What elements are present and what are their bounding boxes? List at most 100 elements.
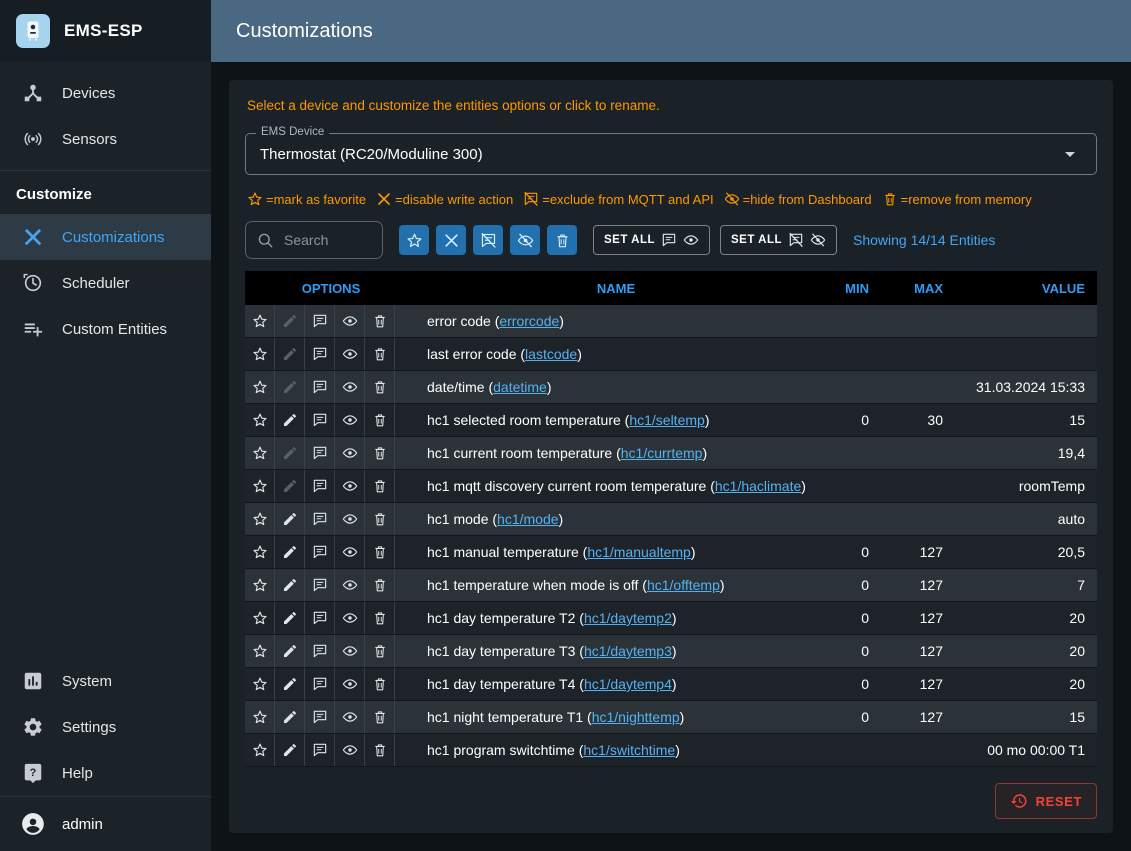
entity-name[interactable]: hc1 mqtt discovery current room temperat… [417,470,815,503]
mqtt-exclude-toggle[interactable] [305,404,335,436]
entity-tag-link[interactable]: hc1/switchtime [583,742,675,758]
edit-button[interactable] [275,569,305,601]
mqtt-exclude-toggle[interactable] [305,437,335,469]
delete-button[interactable] [365,602,395,634]
favorite-toggle[interactable] [245,305,275,337]
entity-name[interactable]: last error code (lastcode) [417,338,815,371]
entity-tag-link[interactable]: hc1/currtemp [621,445,703,461]
visibility-toggle[interactable] [335,437,365,469]
entity-name[interactable]: hc1 day temperature T2 (hc1/daytemp2) [417,602,815,635]
visibility-toggle[interactable] [335,701,365,733]
mqtt-exclude-toggle[interactable] [305,635,335,667]
favorite-toggle[interactable] [245,371,275,403]
visibility-toggle[interactable] [335,536,365,568]
mqtt-exclude-toggle[interactable] [305,305,335,337]
entity-name[interactable]: hc1 day temperature T4 (hc1/daytemp4) [417,668,815,701]
mqtt-exclude-toggle[interactable] [305,371,335,403]
edit-button[interactable] [275,536,305,568]
sidebar-item-sensors[interactable]: Sensors [0,116,211,162]
visibility-toggle[interactable] [335,668,365,700]
delete-button[interactable] [365,305,395,337]
favorite-toggle[interactable] [245,437,275,469]
mqtt-exclude-toggle[interactable] [305,602,335,634]
bulk-favorite-button[interactable] [399,225,429,255]
sidebar-item-settings[interactable]: Settings [0,704,211,750]
mqtt-exclude-toggle[interactable] [305,536,335,568]
entity-name[interactable]: error code (errorcode) [417,305,815,338]
delete-button[interactable] [365,668,395,700]
search-box[interactable] [245,221,383,259]
entity-tag-link[interactable]: hc1/manualtemp [587,544,691,560]
entity-tag-link[interactable]: hc1/daytemp4 [584,676,672,692]
delete-button[interactable] [365,503,395,535]
entity-tag-link[interactable]: hc1/haclimate [715,478,801,494]
favorite-toggle[interactable] [245,668,275,700]
entity-name[interactable]: hc1 mode (hc1/mode) [417,503,815,536]
favorite-toggle[interactable] [245,734,275,766]
favorite-toggle[interactable] [245,338,275,370]
bulk-delete-button[interactable] [547,225,577,255]
sidebar-item-help[interactable]: ? Help [0,750,211,796]
entity-tag-link[interactable]: datetime [493,379,547,395]
entity-tag-link[interactable]: hc1/daytemp3 [584,643,672,659]
entity-tag-link[interactable]: hc1/offtemp [647,577,720,593]
bulk-disable-write-button[interactable] [436,225,466,255]
entity-tag-link[interactable]: hc1/daytemp2 [584,610,672,626]
visibility-toggle[interactable] [335,404,365,436]
sidebar-item-system[interactable]: System [0,658,211,704]
set-all-include-button[interactable]: SET ALL [593,225,710,255]
sidebar-item-customizations[interactable]: Customizations [0,214,211,260]
entity-name[interactable]: hc1 selected room temperature (hc1/selte… [417,404,815,437]
search-input[interactable] [282,231,371,249]
bulk-hide-button[interactable] [510,225,540,255]
bulk-exclude-mqtt-button[interactable] [473,225,503,255]
sidebar-item-admin[interactable]: admin [0,796,211,851]
delete-button[interactable] [365,569,395,601]
edit-button[interactable] [275,734,305,766]
mqtt-exclude-toggle[interactable] [305,470,335,502]
entity-name[interactable]: hc1 current room temperature (hc1/currte… [417,437,815,470]
edit-button[interactable] [275,602,305,634]
mqtt-exclude-toggle[interactable] [305,338,335,370]
favorite-toggle[interactable] [245,536,275,568]
set-all-exclude-button[interactable]: SET ALL [720,225,837,255]
delete-button[interactable] [365,734,395,766]
visibility-toggle[interactable] [335,635,365,667]
mqtt-exclude-toggle[interactable] [305,503,335,535]
delete-button[interactable] [365,338,395,370]
delete-button[interactable] [365,437,395,469]
entity-tag-link[interactable]: hc1/nighttemp [592,709,680,725]
delete-button[interactable] [365,404,395,436]
reset-button[interactable]: RESET [995,783,1097,819]
favorite-toggle[interactable] [245,404,275,436]
delete-button[interactable] [365,371,395,403]
delete-button[interactable] [365,701,395,733]
entity-name[interactable]: hc1 program switchtime (hc1/switchtime) [417,734,815,767]
favorite-toggle[interactable] [245,503,275,535]
visibility-toggle[interactable] [335,602,365,634]
delete-button[interactable] [365,536,395,568]
edit-button[interactable] [275,635,305,667]
favorite-toggle[interactable] [245,701,275,733]
delete-button[interactable] [365,470,395,502]
visibility-toggle[interactable] [335,305,365,337]
edit-button[interactable] [275,503,305,535]
mqtt-exclude-toggle[interactable] [305,734,335,766]
visibility-toggle[interactable] [335,338,365,370]
edit-button[interactable] [275,404,305,436]
entity-name[interactable]: hc1 night temperature T1 (hc1/nighttemp) [417,701,815,734]
favorite-toggle[interactable] [245,635,275,667]
delete-button[interactable] [365,635,395,667]
ems-device-select[interactable]: EMS Device Thermostat (RC20/Moduline 300… [245,133,1097,175]
visibility-toggle[interactable] [335,503,365,535]
entity-name[interactable]: hc1 manual temperature (hc1/manualtemp) [417,536,815,569]
mqtt-exclude-toggle[interactable] [305,569,335,601]
entity-tag-link[interactable]: hc1/seltemp [629,412,704,428]
visibility-toggle[interactable] [335,371,365,403]
entity-tag-link[interactable]: errorcode [499,313,559,329]
sidebar-item-custom-entities[interactable]: Custom Entities [0,306,211,352]
mqtt-exclude-toggle[interactable] [305,668,335,700]
sidebar-item-devices[interactable]: Devices [0,70,211,116]
edit-button[interactable] [275,701,305,733]
visibility-toggle[interactable] [335,470,365,502]
